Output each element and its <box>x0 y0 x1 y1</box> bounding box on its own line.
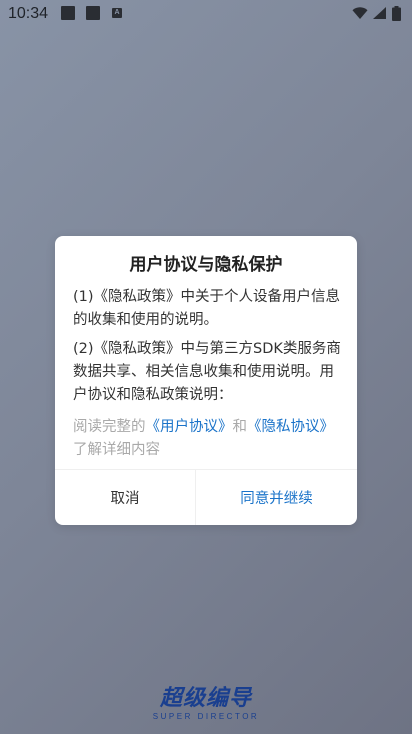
dialog-title: 用户协议与隐私保护 <box>129 255 283 275</box>
cancel-button[interactable]: 取消 <box>55 470 195 525</box>
agree-continue-button[interactable]: 同意并继续 <box>196 470 357 525</box>
privacy-dialog: 用户协议与隐私保护 (1)《隐私政策》中关于个人设备用户信息的收集和使用的说明。… <box>55 236 357 525</box>
read-full-text: 阅读完整的《用户协议》和《隐私协议》了解详细内容 <box>73 416 341 462</box>
status-time: 10:34 <box>8 5 49 22</box>
logo-sub-text: SUPER DIRECTOR <box>152 712 260 721</box>
battery-icon <box>392 6 401 21</box>
wifi-icon <box>352 7 368 19</box>
user-agreement-link[interactable]: 《用户协议》 <box>146 419 233 435</box>
read-prefix: 阅读完整的 <box>73 419 146 435</box>
read-and: 和 <box>232 419 248 435</box>
keyboard-icon: A <box>112 8 122 18</box>
dialog-body: (1)《隐私政策》中关于个人设备用户信息的收集和使用的说明。 (2)《隐私政策》… <box>73 286 341 413</box>
notification-icon <box>86 6 100 20</box>
app-screen: 10:34 A 用户协议与隐私保护 (1)《隐私政策》中关于个人设备用户信息的收… <box>0 0 412 734</box>
status-bar: 10:34 A <box>0 0 412 28</box>
signal-icon <box>373 7 386 19</box>
policy-paragraph-2: (2)《隐私政策》中与第三方SDK类服务商数据共享、相关信息收集和使用说明。用户… <box>73 341 341 403</box>
privacy-agreement-link[interactable]: 《隐私协议》 <box>247 419 334 435</box>
policy-paragraph-1: (1)《隐私政策》中关于个人设备用户信息的收集和使用的说明。 <box>73 289 341 328</box>
notification-icon <box>61 6 75 20</box>
read-suffix: 了解详细内容 <box>73 442 160 458</box>
logo-main-text: 超级编导 <box>159 686 252 711</box>
app-logo: 超级编导 SUPER DIRECTOR <box>0 680 412 721</box>
